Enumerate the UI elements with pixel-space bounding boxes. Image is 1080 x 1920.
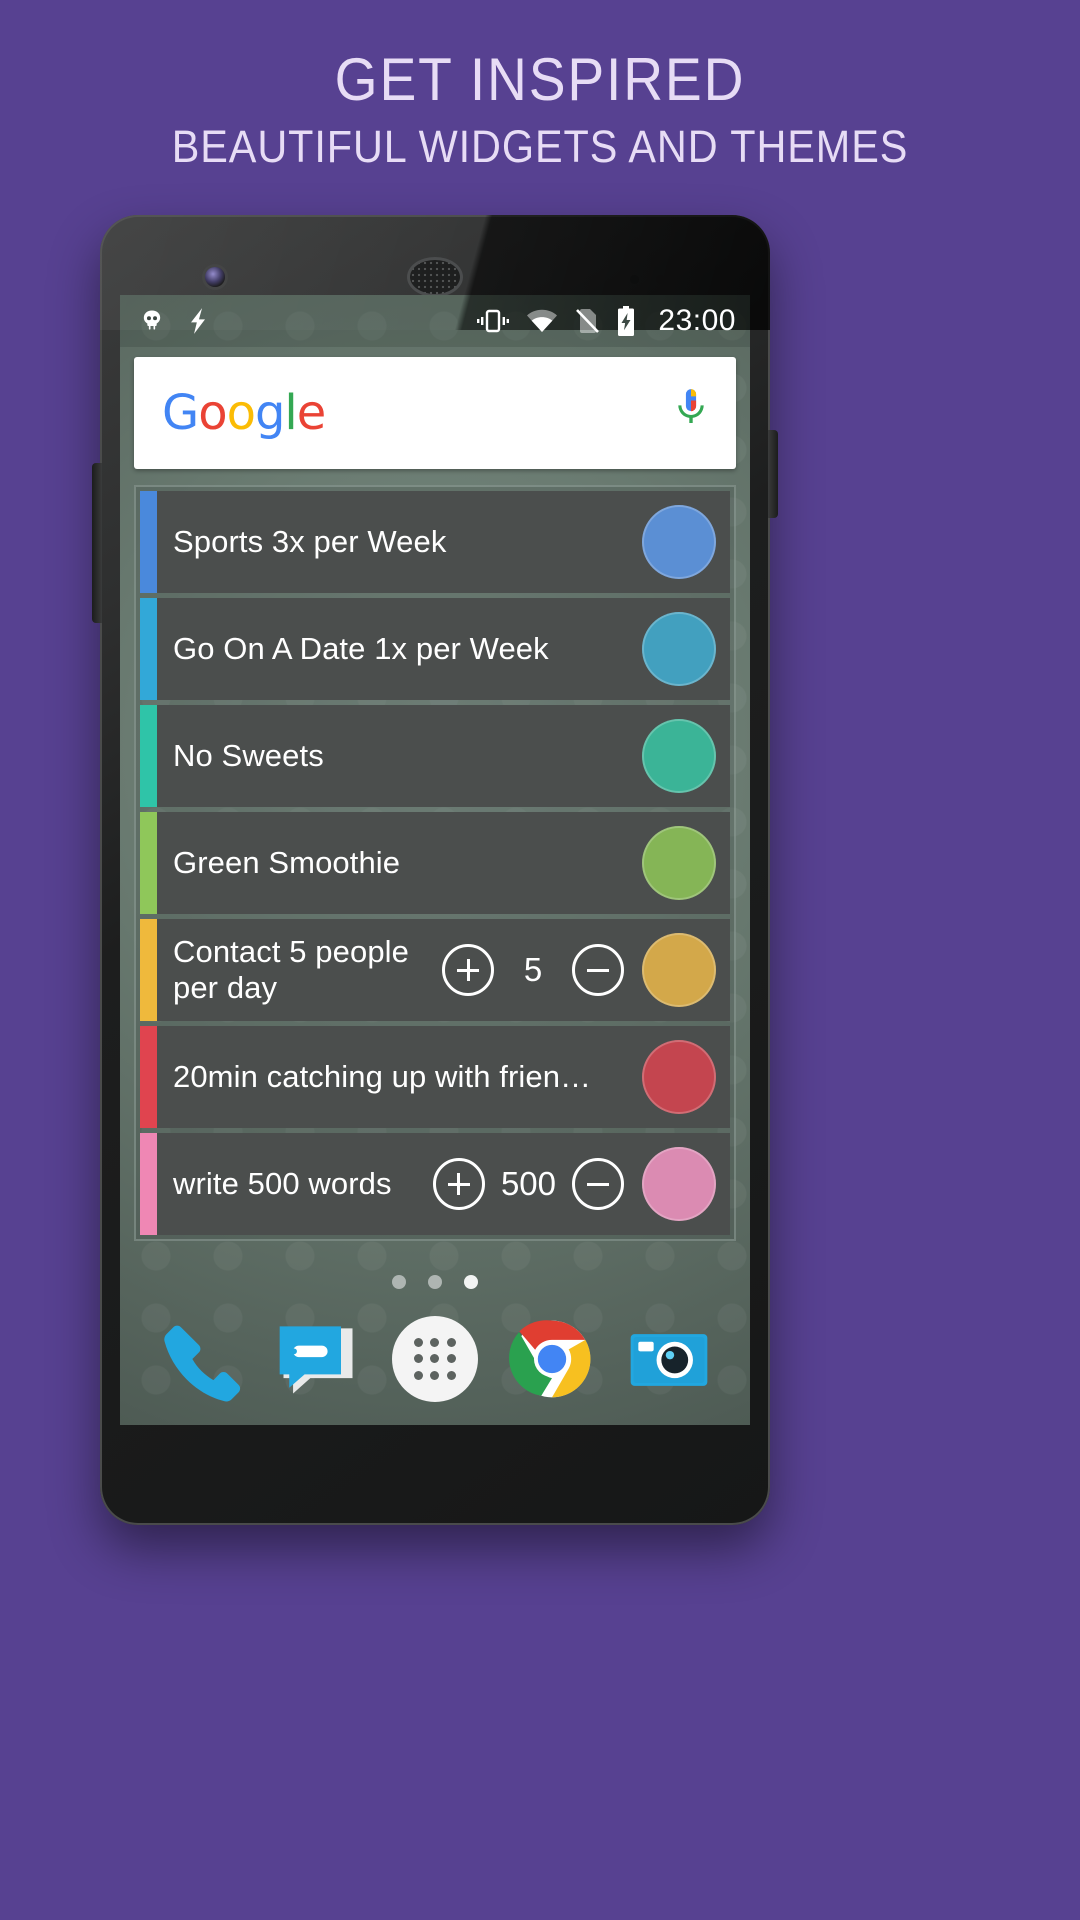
logo-letter: e xyxy=(296,385,327,441)
google-logo: Google xyxy=(162,385,327,441)
habit-progress-dot[interactable] xyxy=(642,719,716,793)
chrome-icon[interactable] xyxy=(506,1313,598,1405)
promo-header: GET INSPIRED BEAUTIFUL WIDGETS AND THEME… xyxy=(0,48,1080,173)
page-dot[interactable] xyxy=(392,1275,406,1289)
habit-color-bar xyxy=(140,812,157,914)
proximity-sensor-icon xyxy=(630,275,639,284)
habit-progress-dot[interactable] xyxy=(642,1040,716,1114)
wifi-icon xyxy=(526,308,558,334)
messages-icon[interactable] xyxy=(272,1313,364,1405)
logo-letter: o xyxy=(226,385,256,441)
habit-progress-dot[interactable] xyxy=(642,505,716,579)
habit-tracker-widget: Sports 3x per Week Go On A Date 1x per W… xyxy=(134,485,736,1241)
habit-color-bar xyxy=(140,705,157,807)
vibrate-icon xyxy=(476,307,510,335)
status-bar-clock: 23:00 xyxy=(658,304,736,337)
habit-progress-dot[interactable] xyxy=(642,612,716,686)
habit-row[interactable]: Green Smoothie xyxy=(140,812,730,914)
habit-row[interactable]: Contact 5 people per day 5 xyxy=(140,919,730,1021)
microphone-icon[interactable] xyxy=(674,387,708,440)
lightning-bolt-icon xyxy=(186,307,210,335)
light-sensor-icon xyxy=(656,275,665,284)
habit-label: Contact 5 people per day xyxy=(173,934,409,1005)
habit-progress-dot[interactable] xyxy=(642,1147,716,1221)
decrement-button[interactable] xyxy=(572,944,624,996)
logo-letter: o xyxy=(198,385,227,441)
logo-letter: l xyxy=(284,385,297,441)
status-bar: 23:00 xyxy=(120,295,750,347)
habit-label: write 500 words xyxy=(173,1166,392,1202)
battery-charging-icon xyxy=(616,306,636,336)
phone-mockup: 23:00 Google Sports 3x per Week Go On A … xyxy=(92,215,778,1525)
page-title: GET INSPIRED xyxy=(334,46,746,113)
habit-stepper: 5 xyxy=(442,919,634,1021)
habit-label: 20min catching up with frien… xyxy=(173,1059,592,1095)
habit-count: 500 xyxy=(500,1165,556,1202)
habit-row[interactable]: No Sweets xyxy=(140,705,730,807)
no-sim-icon xyxy=(574,307,600,335)
habit-progress-dot[interactable] xyxy=(642,933,716,1007)
page-dot-active[interactable] xyxy=(464,1275,478,1289)
logo-letter: g xyxy=(254,385,285,441)
decrement-button[interactable] xyxy=(572,1158,624,1210)
habit-progress-dot[interactable] xyxy=(642,826,716,900)
habit-color-bar xyxy=(140,491,157,593)
habit-row[interactable]: write 500 words 500 xyxy=(140,1133,730,1235)
google-search-bar[interactable]: Google xyxy=(134,357,736,469)
habit-count: 5 xyxy=(523,951,543,988)
habit-color-bar xyxy=(140,598,157,700)
increment-button[interactable] xyxy=(432,1158,485,1210)
phone-icon[interactable] xyxy=(155,1313,247,1405)
page-indicator xyxy=(120,1275,750,1289)
front-camera-icon xyxy=(205,267,225,287)
habit-color-bar xyxy=(140,1133,157,1235)
cyanogenmod-skull-icon xyxy=(138,307,166,335)
app-drawer-icon[interactable] xyxy=(389,1313,481,1405)
habit-label: Sports 3x per Week xyxy=(173,524,447,560)
page-subtitle: BEAUTIFUL WIDGETS AND THEMES xyxy=(171,121,909,172)
dock xyxy=(120,1313,750,1405)
habit-label: No Sweets xyxy=(173,738,324,774)
increment-button[interactable] xyxy=(442,944,494,996)
camera-icon[interactable] xyxy=(623,1313,715,1405)
earpiece-speaker-icon xyxy=(410,260,460,294)
habit-stepper: 500 xyxy=(432,1133,634,1235)
habit-label: Green Smoothie xyxy=(173,845,401,881)
habit-row[interactable]: Sports 3x per Week xyxy=(140,491,730,593)
volume-button[interactable] xyxy=(92,463,102,623)
habit-color-bar xyxy=(140,1026,157,1128)
habit-row[interactable]: Go On A Date 1x per Week xyxy=(140,598,730,700)
logo-letter: G xyxy=(162,385,199,441)
power-button[interactable] xyxy=(768,430,778,518)
phone-screen: 23:00 Google Sports 3x per Week Go On A … xyxy=(120,295,750,1425)
habit-color-bar xyxy=(140,919,157,1021)
habit-row[interactable]: 20min catching up with frien… xyxy=(140,1026,730,1128)
habit-label: Go On A Date 1x per Week xyxy=(173,631,549,667)
page-dot[interactable] xyxy=(428,1275,442,1289)
